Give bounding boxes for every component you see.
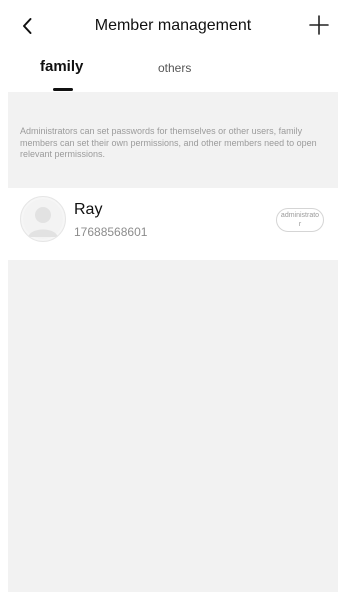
header-bar: Member management [0, 0, 346, 52]
member-list-item[interactable]: Ray 17688568601 administrator [8, 188, 338, 260]
tab-others[interactable]: others [158, 59, 191, 77]
chevron-left-icon [23, 18, 32, 34]
page-title: Member management [94, 17, 252, 34]
permissions-info-text: Administrators can set passwords for the… [20, 126, 317, 159]
tab-family[interactable]: family [40, 58, 83, 76]
active-tab-indicator [53, 88, 73, 91]
role-badge: administrator [276, 208, 324, 232]
member-name: Ray [74, 201, 103, 218]
user-avatar-icon [20, 196, 66, 242]
plus-icon [309, 15, 329, 35]
tab-bar: family others [0, 52, 346, 92]
add-member-button[interactable] [306, 12, 332, 38]
member-phone: 17688568601 [74, 225, 148, 239]
empty-list-area [8, 260, 338, 592]
back-button[interactable] [16, 14, 40, 38]
info-panel: Administrators can set passwords for the… [8, 92, 338, 188]
member-management-screen: Member management family others Administ… [0, 0, 346, 592]
